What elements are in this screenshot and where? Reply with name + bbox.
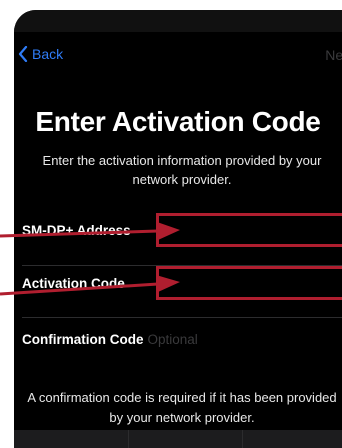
keyboard-divider	[128, 430, 129, 448]
row-divider	[22, 317, 342, 318]
smdp-address-highlight	[156, 213, 342, 247]
back-button[interactable]: Back	[18, 46, 63, 62]
confirmation-code-row[interactable]: Confirmation Code Optional	[22, 332, 198, 347]
next-button[interactable]: Next	[325, 47, 342, 63]
confirmation-code-placeholder: Optional	[147, 332, 198, 347]
confirmation-footnote: A confirmation code is required if it ha…	[27, 390, 337, 425]
status-bar	[14, 10, 342, 32]
page-subtitle: Enter the activation information provide…	[42, 153, 322, 187]
activation-code-label: Activation Code	[22, 276, 125, 291]
keyboard-bar	[14, 430, 342, 448]
activation-code-highlight	[156, 266, 342, 300]
keyboard-divider	[242, 430, 243, 448]
page-title: Enter Activation Code	[35, 106, 321, 137]
image-frame: Back Next Enter Activation Code Enter th…	[0, 0, 342, 448]
confirmation-code-label: Confirmation Code	[22, 332, 144, 347]
smdp-address-label: SM-DP+ Address	[22, 223, 131, 238]
back-label: Back	[32, 46, 64, 62]
chevron-left-icon	[18, 46, 28, 62]
phone-screen: Back Next Enter Activation Code Enter th…	[14, 10, 342, 448]
